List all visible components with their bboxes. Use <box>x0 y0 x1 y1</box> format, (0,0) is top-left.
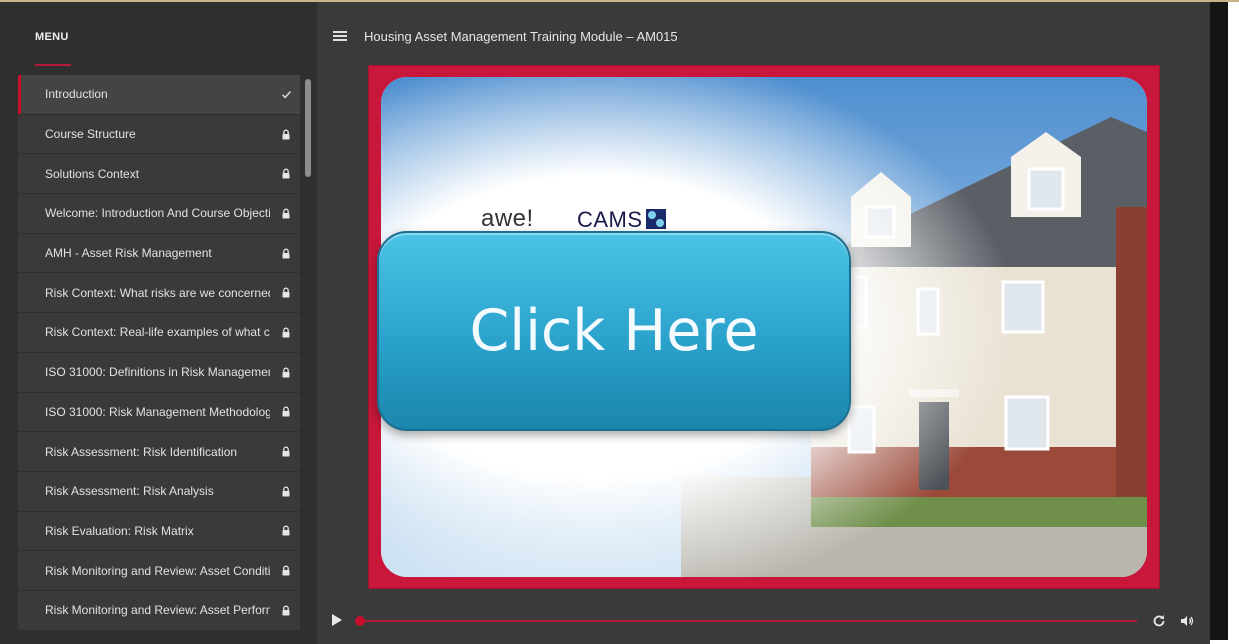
menu-item-label: Risk Context: Real-life examples of what… <box>45 325 270 340</box>
menu-item-label: Risk Evaluation: Risk Matrix <box>45 523 194 538</box>
menu-item-label: ISO 31000: Definitions in Risk Managemen… <box>45 365 270 380</box>
lock-icon <box>280 326 292 338</box>
click-here-button[interactable]: Click Here <box>377 231 851 431</box>
lock-icon <box>280 168 292 180</box>
menu-header: MENU <box>0 2 317 66</box>
menu-title: MENU <box>35 31 69 43</box>
menu-item[interactable]: ISO 31000: Risk Management Methodology <box>18 392 300 433</box>
menu-item-label: Risk Assessment: Risk Analysis <box>45 484 214 499</box>
course-title: Housing Asset Management Training Module… <box>364 29 678 44</box>
course-menu-sidebar: MENU Introduction Course Structure Solutio… <box>0 2 317 644</box>
check-icon <box>280 88 292 100</box>
play-icon[interactable] <box>331 613 343 627</box>
menu-item[interactable]: Risk Context: Real-life examples of what… <box>18 313 300 353</box>
lock-icon <box>280 207 292 219</box>
lock-icon <box>280 128 292 140</box>
progress-handle[interactable] <box>355 616 365 626</box>
cams-logo: CAMS <box>577 207 643 233</box>
menu-item-label: ISO 31000: Risk Management Methodology <box>45 404 270 419</box>
menu-item[interactable]: Course Structure <box>18 114 300 155</box>
menu-list: Introduction Course Structure Solutions Co… <box>18 75 300 631</box>
player-controls <box>317 600 1210 644</box>
lock-icon <box>280 446 292 458</box>
menu-item-label: AMH - Asset Risk Management <box>45 246 212 261</box>
menu-item-label: Solutions Context <box>45 166 140 181</box>
lock-icon <box>280 366 292 378</box>
menu-item[interactable]: Introduction <box>18 75 300 115</box>
menu-item[interactable]: Solutions Context <box>18 154 300 195</box>
menu-item-label: Course Structure <box>45 127 136 142</box>
lock-icon <box>280 247 292 259</box>
menu-title-underline <box>35 64 71 66</box>
menu-item[interactable]: Risk Assessment: Risk Analysis <box>18 471 300 512</box>
lock-icon <box>280 604 292 616</box>
menu-item-label: Risk Assessment: Risk Identification <box>45 444 238 459</box>
menu-item-label: Risk Monitoring and Review: Asset Perfor… <box>45 603 270 618</box>
awe-logo: awe! <box>481 205 534 233</box>
menu-item[interactable]: Welcome: Introduction And Course Objecti… <box>18 194 300 234</box>
lock-icon <box>280 485 292 497</box>
menu-item[interactable]: ISO 31000: Definitions in Risk Managemen… <box>18 352 300 393</box>
menu-item-label: Introduction <box>45 87 108 102</box>
menu-item[interactable]: Risk Monitoring and Review: Asset Perfor… <box>18 590 300 631</box>
menu-item[interactable]: Risk Evaluation: Risk Matrix <box>18 511 300 552</box>
menu-item-label: Welcome: Introduction And Course Objecti… <box>45 206 270 221</box>
cams-logo-text: CAMS <box>577 207 643 232</box>
player-header: Housing Asset Management Training Module… <box>317 2 1210 62</box>
menu-item[interactable]: Risk Assessment: Risk Identification <box>18 432 300 472</box>
volume-icon[interactable] <box>1179 613 1195 629</box>
menu-item[interactable]: Risk Context: What risks are we concerne… <box>18 273 300 314</box>
lock-icon <box>280 525 292 537</box>
progress-bar[interactable] <box>357 620 1137 622</box>
menu-item-label: Risk Monitoring and Review: Asset Condit… <box>45 563 270 578</box>
lock-icon <box>280 565 292 577</box>
awe-logo-text: awe! <box>481 205 534 232</box>
menu-item[interactable]: Risk Monitoring and Review: Asset Condit… <box>18 551 300 591</box>
menu-item-label: Risk Context: What risks are we concerne… <box>45 285 270 300</box>
hamburger-menu-icon[interactable] <box>333 31 347 41</box>
replay-icon[interactable] <box>1151 613 1167 629</box>
menu-item[interactable]: AMH - Asset Risk Management <box>18 233 300 274</box>
right-dark-strip <box>1210 2 1228 640</box>
menu-scrollbar-thumb[interactable] <box>305 79 311 177</box>
click-here-label: Click Here <box>469 298 759 364</box>
cams-logo-mark <box>646 209 666 229</box>
lock-icon <box>280 406 292 418</box>
lock-icon <box>280 287 292 299</box>
